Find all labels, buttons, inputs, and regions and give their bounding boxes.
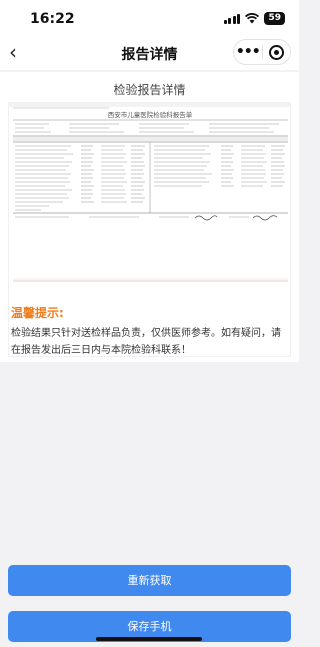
status-bar: 16:22 59 xyxy=(0,0,299,36)
tips-title: 温馨提示: xyxy=(11,306,64,320)
home-indicator xyxy=(96,637,202,641)
signal-icon xyxy=(223,13,241,24)
more-icon[interactable]: ••• xyxy=(234,40,262,64)
status-time: 16:22 xyxy=(30,11,75,27)
status-icons: 59 xyxy=(223,12,285,25)
refresh-button[interactable]: 重新获取 xyxy=(8,565,291,596)
report-heading: 检验报告详情 xyxy=(113,83,186,97)
wifi-icon xyxy=(245,13,260,24)
close-icon[interactable] xyxy=(263,44,291,60)
mini-program-capsule: ••• xyxy=(233,39,291,65)
report-title: 西安市儿童医院检验科报告单 xyxy=(108,110,193,119)
tips-body: 检验结果只针对送检样品负责，仅供医师参考。如有疑问，请在报告发出后三日内与本院检… xyxy=(11,328,281,356)
battery-icon: 59 xyxy=(264,12,285,25)
nav-bar: ‹ 报告详情 ••• xyxy=(0,36,299,70)
